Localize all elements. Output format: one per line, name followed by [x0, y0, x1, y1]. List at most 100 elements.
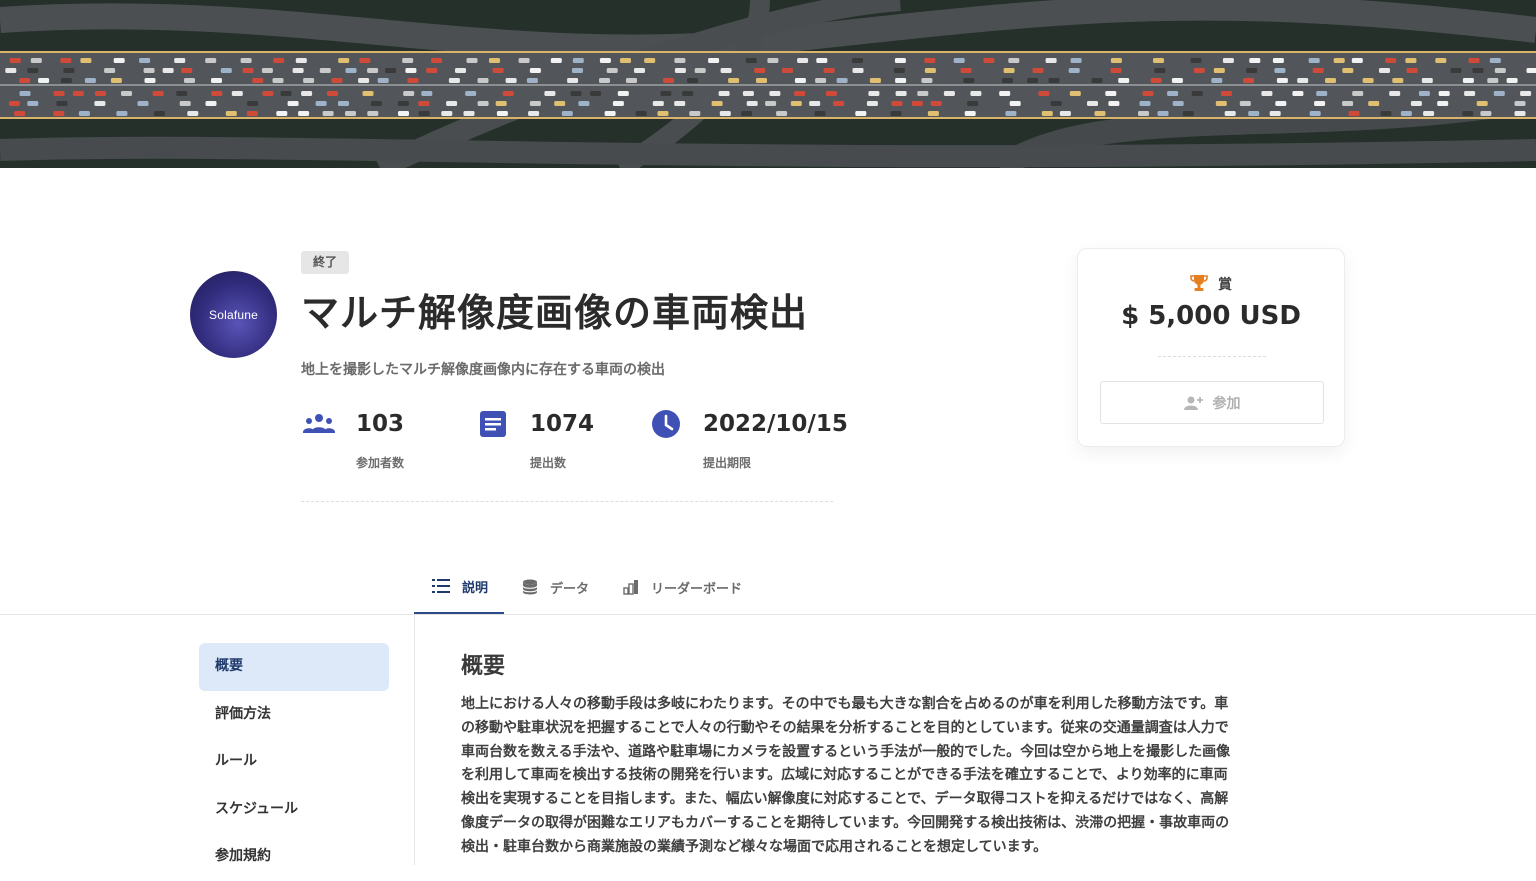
sidenav-item-rules[interactable]: ルール	[199, 738, 389, 786]
banner-car	[211, 91, 222, 96]
banner-car	[441, 111, 452, 116]
tab-leaderboard[interactable]: リーダーボード	[605, 560, 758, 614]
banner-car	[497, 111, 508, 116]
tab-bar: 説明 データ リーダーボード	[414, 560, 758, 615]
document-icon	[475, 407, 511, 443]
banner-car	[1173, 101, 1184, 106]
prize-amount: $ 5,000 USD	[1078, 301, 1344, 331]
tab-data[interactable]: データ	[504, 560, 605, 614]
banner-car	[31, 58, 42, 63]
tab-description[interactable]: 説明	[414, 560, 504, 614]
banner-car	[1342, 68, 1353, 73]
banner-car	[1439, 91, 1450, 96]
sidenav-item-schedule[interactable]: スケジュール	[199, 786, 389, 834]
banner-car	[870, 78, 881, 83]
banner-car	[20, 91, 31, 96]
banner-car	[931, 101, 942, 106]
banner-car	[1069, 68, 1080, 73]
banner-car	[316, 101, 327, 106]
banner-car	[144, 68, 155, 73]
banner-car	[689, 111, 700, 116]
overview-line: を利用して車両を検出する技術の開発を行います。広域に対応することができる手法を確…	[461, 764, 1333, 788]
sidebar-divider	[414, 615, 415, 865]
banner-car	[1070, 91, 1081, 96]
banner-car	[791, 101, 802, 106]
overview-body-text: 地上における人々の移動手段は多岐にわたります。その中でも最も大きな割合を占めるの…	[461, 693, 1333, 860]
banner-car	[527, 78, 538, 83]
banner-car	[111, 78, 122, 83]
banner-car	[1464, 91, 1475, 96]
banner-car	[273, 58, 284, 63]
banner-car	[895, 58, 906, 63]
banner-car	[809, 101, 820, 106]
overview-line: の移動や駐車状況を把握することで人々の行動やその結果を分析することを目的としてい…	[461, 717, 1333, 741]
banner-car	[27, 101, 38, 106]
banner-car	[1472, 68, 1483, 73]
organizer-logo: Solafune	[190, 271, 277, 358]
tab-underline-divider	[0, 614, 1536, 615]
banner-car	[446, 101, 457, 106]
banner-car	[1520, 91, 1531, 96]
banner-car	[1277, 78, 1288, 83]
join-button[interactable]: 参加	[1100, 381, 1324, 424]
tab-leaderboard-label: リーダーボード	[651, 578, 742, 597]
banner-car	[1270, 111, 1281, 116]
prize-header: 賞	[1078, 274, 1344, 294]
banner-car	[963, 78, 974, 83]
banner-car	[181, 68, 192, 73]
banner-car	[815, 111, 826, 116]
banner-car	[746, 58, 757, 63]
banner-car	[1027, 78, 1038, 83]
banner-car	[826, 91, 837, 96]
leaderboard-icon	[623, 579, 639, 595]
sidenav-item-overview[interactable]: 概要	[199, 643, 389, 691]
banner-car	[970, 91, 981, 96]
banner-car	[1221, 91, 1232, 96]
banner-car	[1248, 111, 1259, 116]
banner-car	[496, 101, 507, 106]
prize-card: 賞 $ 5,000 USD 参加	[1077, 248, 1345, 447]
banner-car	[1352, 91, 1363, 96]
banner-car	[332, 78, 343, 83]
sidenav-item-evaluation[interactable]: 評価方法	[199, 691, 389, 739]
banner-car	[1167, 91, 1178, 96]
sidenav-item-terms[interactable]: 参加規約	[199, 833, 389, 881]
banner-car	[708, 58, 719, 63]
banner-car	[1002, 78, 1013, 83]
trophy-icon	[1190, 274, 1208, 292]
banner-car	[675, 68, 686, 73]
submissions-count: 1074	[530, 411, 594, 437]
banner-car	[1191, 58, 1202, 63]
banner-car	[1363, 78, 1374, 83]
banner-car	[54, 91, 65, 96]
banner-car	[465, 91, 476, 96]
banner-car	[94, 101, 105, 106]
banner-car	[1214, 68, 1225, 73]
banner-car	[60, 58, 71, 63]
banner-car	[895, 78, 906, 83]
banner-car	[378, 78, 389, 83]
banner-car	[721, 68, 732, 73]
banner-car	[658, 111, 669, 116]
banner-car	[241, 58, 252, 63]
banner-car	[232, 91, 243, 96]
banner-car	[1385, 58, 1396, 63]
banner-car	[398, 101, 409, 106]
banner-car	[85, 78, 96, 83]
banner-car	[925, 68, 936, 73]
banner-car	[965, 111, 976, 116]
banner-car	[1368, 101, 1379, 106]
banner-car	[1515, 101, 1526, 106]
banner-car	[853, 68, 864, 73]
banner-car	[600, 58, 611, 63]
banner-car	[833, 101, 844, 106]
status-badge: 終了	[301, 251, 349, 274]
users-icon	[301, 407, 337, 443]
banner-car	[1527, 68, 1536, 73]
banner-car	[894, 68, 905, 73]
banner-car	[1313, 68, 1324, 73]
banner-car	[247, 111, 258, 116]
overview-line: 地上における人々の移動手段は多岐にわたります。その中でも最も大きな割合を占めるの…	[461, 693, 1333, 717]
banner-car	[1495, 68, 1506, 73]
banner-car	[1462, 111, 1473, 116]
